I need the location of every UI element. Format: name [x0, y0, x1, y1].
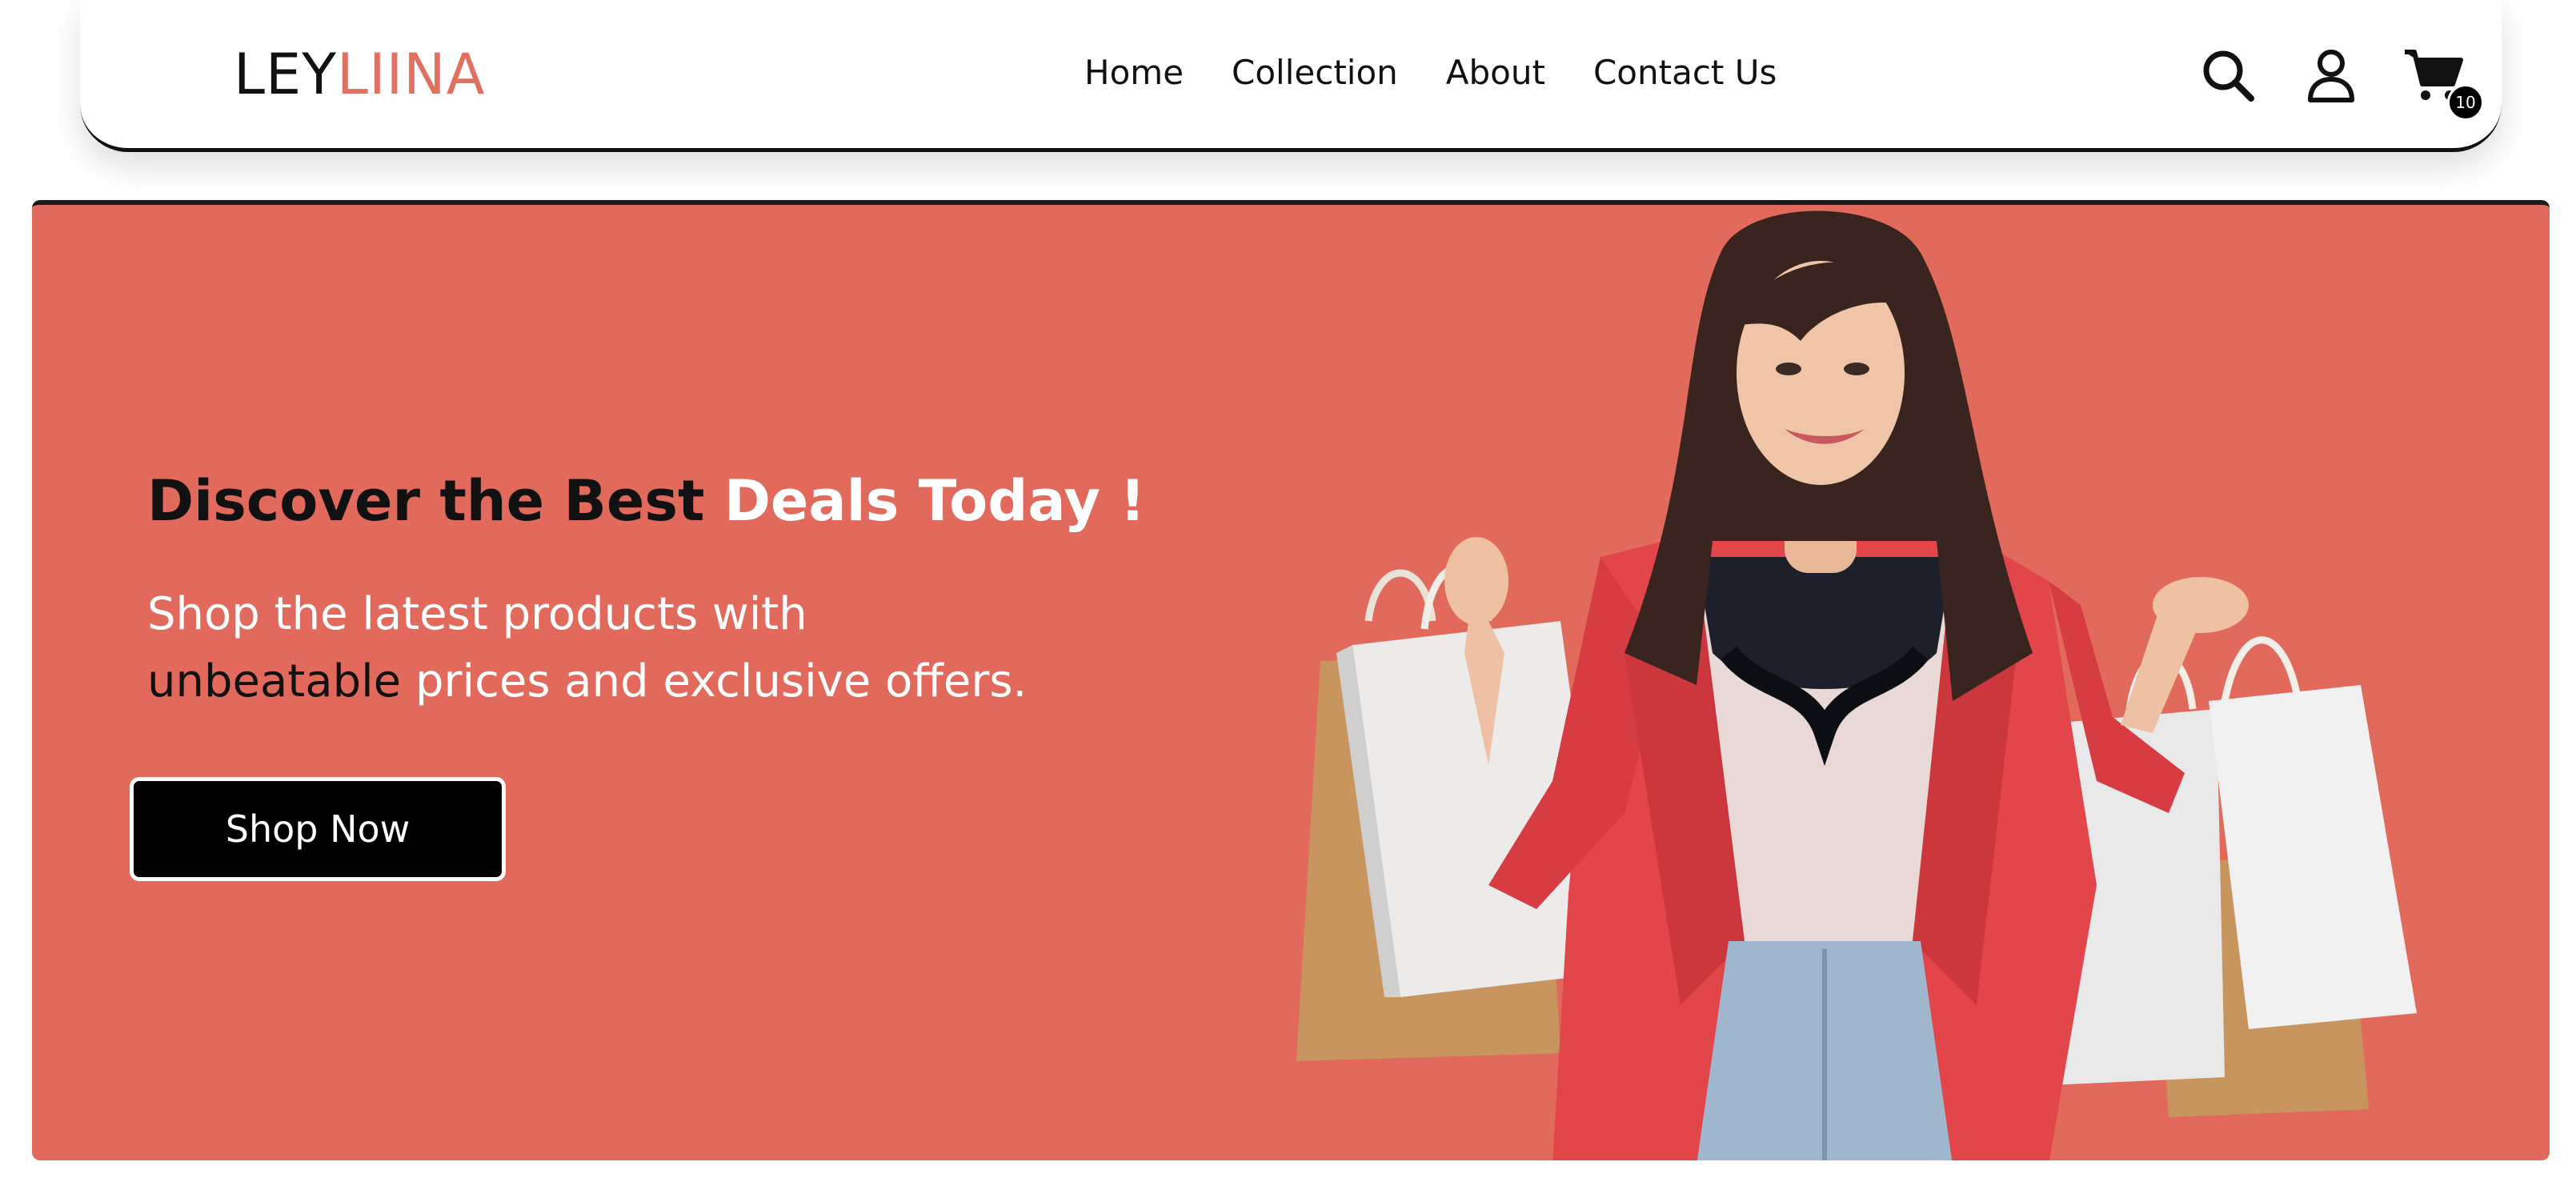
- hero-banner: Discover the Best Deals Today ! Shop the…: [32, 200, 2550, 1160]
- hero-subtitle-line2: prices and exclusive offers.: [401, 655, 1028, 707]
- hero-title-light: Deals Today !: [723, 468, 1146, 534]
- search-icon[interactable]: [2197, 44, 2261, 108]
- hero-subtitle-line1: Shop the latest products with: [147, 588, 807, 640]
- hero-subtitle-highlight: unbeatable: [147, 655, 402, 707]
- hero-subtitle: Shop the latest products with unbeatable…: [147, 581, 1108, 715]
- shop-now-button[interactable]: Shop Now: [130, 777, 506, 881]
- cart-button[interactable]: 10: [2403, 44, 2484, 121]
- hero-title: Discover the Best Deals Today !: [147, 465, 1145, 537]
- cart-count-badge: 10: [2447, 84, 2484, 121]
- woman-with-shopping-bags-image: [1296, 210, 2417, 1160]
- user-icon[interactable]: [2299, 44, 2363, 108]
- hero-model-image: [1248, 205, 2497, 1160]
- header-actions: 10: [80, 44, 2502, 121]
- hero-title-dark: Discover the Best: [147, 468, 724, 534]
- site-header: LEYLIINA Home Collection About Contact U…: [80, 0, 2502, 152]
